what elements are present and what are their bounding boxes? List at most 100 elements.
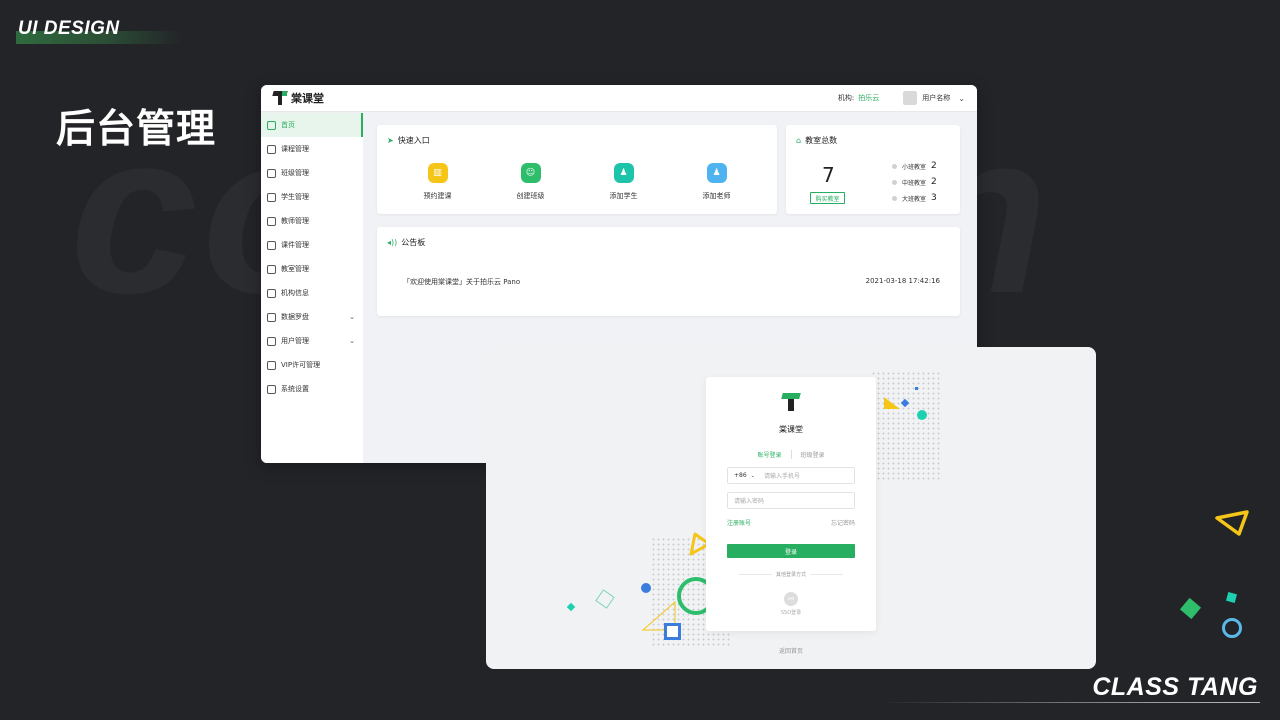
courseware-icon [267, 240, 276, 250]
cyan-diamond-deco [566, 602, 576, 612]
course-icon [267, 144, 276, 154]
password-input[interactable]: 请输入密码 [734, 496, 764, 505]
quick-entry-label: 添加老师 [702, 192, 731, 200]
classroom-total-value: 7 [822, 163, 835, 187]
classroom-type-label: 中班教室 [902, 179, 927, 187]
sidebar-item[interactable]: 数据罗盘 ⌄ [261, 305, 363, 329]
sidebar-item-label: 数据罗盘 [281, 313, 309, 321]
phone-input[interactable]: 请输入手机号 [764, 471, 800, 480]
settings-icon [267, 384, 276, 394]
status-dot [892, 163, 897, 169]
notice-board-title: 公告板 [401, 238, 426, 247]
blue-dot-deco [915, 387, 918, 390]
notice-text[interactable]: 「欢迎使用棠课堂」关于拍乐云 Pano [403, 277, 520, 287]
chevron-down-icon[interactable]: ⌄ [958, 94, 965, 103]
student-add-icon: ♟ [613, 163, 634, 183]
sidebar-item-label: 机构信息 [281, 289, 309, 297]
chevron-down-icon[interactable]: ⌄ [349, 313, 355, 321]
login-button[interactable]: 登录 [727, 544, 855, 558]
org-label: 机构: [837, 94, 855, 102]
student-icon [267, 192, 276, 202]
classroom-type-row: 大班教室 3 [892, 190, 956, 206]
cyan-dot-deco [917, 410, 927, 420]
section-title: 后台管理 [56, 107, 217, 152]
quick-entry-item[interactable]: ♟ 添加学生 [584, 163, 664, 201]
classroom-icon [267, 264, 276, 274]
home-icon: ⌂ [796, 136, 802, 145]
quick-entry-item[interactable]: ☺ 创建班级 [491, 163, 571, 201]
status-dot [892, 195, 897, 201]
sidebar: 首页 课程管理 班级管理 学生管理 教师管理 课件管理 教室管理 机构信息 数据罗盘 ⌄ 用户管理 ⌄… [261, 113, 363, 463]
sidebar-item-label: 课件管理 [281, 241, 309, 249]
tab-class-login[interactable]: 班级登录 [792, 450, 834, 459]
chevron-down-icon: ⌄ [750, 473, 755, 479]
sidebar-item[interactable]: 学生管理 [261, 185, 363, 209]
sidebar-item-label: 学生管理 [281, 193, 309, 201]
logo-text: 棠课堂 [291, 92, 324, 105]
login-card: 棠课堂 账号登录 班级登录 +86 ⌄ 请输入手机号 请输入密码 注册账号 忘记密… [706, 377, 876, 631]
blue-ring-deco [1222, 618, 1242, 638]
password-field[interactable]: 请输入密码 [727, 492, 855, 509]
sidebar-item-label: VIP许可管理 [281, 361, 321, 369]
sso-login-label: SSO登录 [780, 610, 802, 616]
avatar[interactable] [903, 91, 918, 105]
org-value[interactable]: 拍乐云 [858, 93, 879, 103]
teacher-icon [267, 216, 276, 226]
login-tabs: 账号登录 班级登录 [706, 450, 876, 459]
quick-entry-card: ➤ 快速入口 ▥ 预约建课 ☺ 创建班级 ♟ 添加学生 ♟ 添加老师 [377, 125, 777, 214]
admin-top-bar: 棠课堂 机构: 拍乐云 用户名称 ⌄ [261, 85, 977, 112]
sidebar-item-label: 班级管理 [281, 169, 309, 177]
cyan-square-deco [1225, 591, 1238, 604]
group-icon: ☺ [520, 163, 541, 183]
sidebar-item[interactable]: 教师管理 [261, 209, 363, 233]
sidebar-item-label: 教师管理 [281, 217, 309, 225]
classroom-type-row: 小班教室 2 [892, 158, 956, 174]
notice-item[interactable]: 「欢迎使用棠课堂」关于拍乐云 Pano 2021-03-18 17:42:16 [403, 277, 940, 287]
sidebar-item[interactable]: 班级管理 [261, 161, 363, 185]
green-square-deco [1179, 597, 1202, 620]
login-window: 棠课堂 账号登录 班级登录 +86 ⌄ 请输入手机号 请输入密码 注册账号 忘记密… [486, 347, 1096, 669]
notice-board-card: ◂)) 公告板 「欢迎使用棠课堂」关于拍乐云 Pano 2021-03-18 1… [377, 227, 960, 316]
footer-underline [880, 702, 1260, 703]
forgot-password-link[interactable]: 忘记密码 [831, 518, 855, 527]
buy-classroom-button[interactable]: 购买教室 [810, 192, 845, 204]
quick-entry-title: 快速入口 [397, 136, 430, 145]
tab-account-login[interactable]: 账号登录 [748, 450, 792, 459]
brand-logo[interactable]: 棠课堂 [272, 90, 324, 106]
phone-field[interactable]: +86 ⌄ 请输入手机号 [727, 467, 855, 484]
footer-brand: CLASS TANG [1092, 673, 1258, 701]
status-dot [892, 179, 897, 185]
quick-entry-label: 创建班级 [516, 192, 545, 200]
quick-entry-label: 添加学生 [609, 192, 638, 200]
sidebar-item[interactable]: 系统设置 [261, 377, 363, 401]
speaker-icon: ◂)) [387, 238, 398, 247]
sidebar-item-label: 教室管理 [281, 265, 309, 273]
sidebar-item[interactable]: 教室管理 [261, 257, 363, 281]
quick-entry-label: 预约建课 [423, 192, 452, 200]
login-brand-name: 棠课堂 [779, 425, 803, 434]
classroom-type-row: 中班教室 2 [892, 174, 956, 190]
register-link[interactable]: 注册账号 [727, 518, 751, 527]
sidebar-item[interactable]: 用户管理 ⌄ [261, 329, 363, 353]
sidebar-item[interactable]: 课程管理 [261, 137, 363, 161]
classroom-total-title: 教室总数 [805, 136, 838, 145]
sidebar-item-label: 课程管理 [281, 145, 309, 153]
classroom-type-label: 小班教室 [902, 163, 927, 171]
classroom-type-count: 2 [931, 161, 937, 171]
sso-link-icon[interactable]: ⚯ [784, 592, 798, 606]
sidebar-item[interactable]: 首页 [261, 113, 363, 137]
back-home-link[interactable]: 返回首页 [486, 646, 1096, 655]
quick-entry-item[interactable]: ▥ 预约建课 [398, 163, 478, 201]
sidebar-item[interactable]: 课件管理 [261, 233, 363, 257]
quick-entry-item[interactable]: ♟ 添加老师 [677, 163, 757, 201]
sidebar-item[interactable]: VIP许可管理 [261, 353, 363, 377]
dot-pattern-deco [871, 371, 941, 481]
teacher-add-icon: ♟ [706, 163, 727, 183]
sidebar-item[interactable]: 机构信息 [261, 281, 363, 305]
chevron-down-icon[interactable]: ⌄ [349, 337, 355, 345]
compass-icon [267, 312, 276, 322]
user-name[interactable]: 用户名称 [922, 93, 950, 103]
users-icon [267, 336, 276, 346]
country-code-select[interactable]: +86 ⌄ [734, 472, 764, 479]
blue-square-deco [664, 623, 681, 640]
